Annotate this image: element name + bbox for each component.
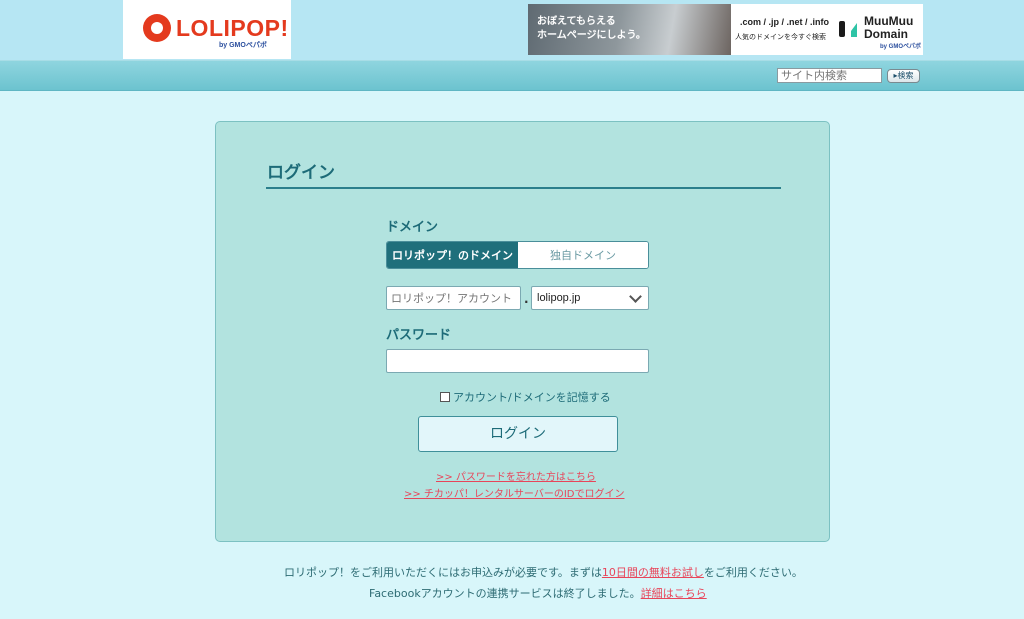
footer-facebook-pre: Facebookアカウントの連携サービスは終了しました。 [369,587,641,600]
footer-trial-pre: ロリポップ！をご利用いただくにはお申込みが必要です。まずは [284,566,602,579]
site-header: LOLIPOP! by GMOペパボ おぼえてもらえる ホームページにしよう。 … [0,0,1024,60]
nav-bar: ▸検索 [0,60,1024,91]
banner-brand-sub: by GMOペパボ [880,44,922,50]
password-label: パスワード [386,328,452,343]
muumuu-logo-icon [839,21,857,37]
account-input[interactable] [386,286,521,310]
domain-select-value: lolipop.jp [537,292,581,304]
footer-trial-post: をご利用ください。 [703,566,803,579]
facebook-details-link[interactable]: 詳細はこちら [641,587,707,600]
chicappa-login-link[interactable]: >> チカッパ！レンタルサーバーのIDでログイン [404,485,625,500]
login-title: ログイン [267,163,335,183]
tab-lolipop-domain[interactable]: ロリポップ！のドメイン [387,242,518,268]
banner-headline-line1: おぼえてもらえる [537,16,616,27]
chevron-down-icon [629,290,642,303]
banner-headline-line2: ホームページにしよう。 [537,30,646,41]
login-panel: ログイン ドメイン ロリポップ！のドメイン 独自ドメイン . lolipop.j… [215,121,830,542]
logo-text: LOLIPOP! [176,15,289,41]
remember-checkbox[interactable] [440,392,450,402]
footer-facebook-notice: Facebookアカウントの連携サービスは終了しました。詳細はこちら [369,585,707,601]
remember-me[interactable]: アカウント/ドメインを記憶する [440,389,611,405]
site-search-button[interactable]: ▸検索 [887,69,920,83]
password-field[interactable] [386,349,649,373]
banner-brand: MuuMuu Domain [864,15,913,41]
banner-tlds: .com / .jp / .net / .info [740,17,830,27]
title-divider [266,187,781,189]
domain-label: ドメイン [386,220,439,235]
forgot-password-link[interactable]: >> パスワードを忘れた方はこちら [436,468,596,483]
banner-brand-line2: Domain [864,27,909,41]
free-trial-link[interactable]: 10日間の無料お試し [602,566,704,579]
remember-label: アカウント/ドメインを記憶する [453,391,611,404]
lolipop-logo-icon [143,14,171,42]
domain-type-tabs: ロリポップ！のドメイン 独自ドメイン [386,241,649,269]
lolipop-logo[interactable]: LOLIPOP! by GMOペパボ [123,0,291,59]
site-search-input[interactable] [777,68,882,83]
tab-custom-domain[interactable]: 独自ドメイン [518,242,648,268]
footer-trial-notice: ロリポップ！をご利用いただくにはお申込みが必要です。まずは10日間の無料お試しを… [284,564,803,580]
domain-select[interactable]: lolipop.jp [531,286,649,310]
muumuu-domain-banner[interactable]: おぼえてもらえる ホームページにしよう。 .com / .jp / .net /… [528,4,923,55]
banner-photo: おぼえてもらえる ホームページにしよう。 [528,4,731,55]
logo-sub: by GMOペパボ [219,42,267,49]
account-domain-separator: . [524,292,529,306]
login-button[interactable]: ログイン [418,416,618,452]
banner-headline: おぼえてもらえる ホームページにしよう。 [537,15,646,43]
banner-sub: 人気のドメインを今すぐ検索 [735,33,826,41]
